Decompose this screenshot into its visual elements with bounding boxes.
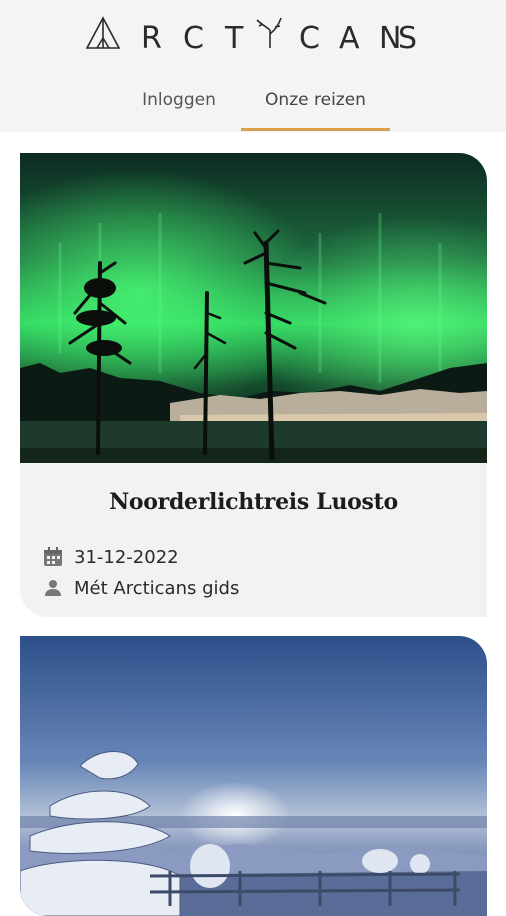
trip-guide-row: Mét Arcticans gids	[42, 576, 239, 600]
calendar-icon	[44, 547, 62, 566]
aurora-photo	[20, 153, 487, 463]
tab-inloggen[interactable]: Inloggen	[121, 80, 237, 132]
trip-card-body: Noorderlichtreis Luosto 31-12-2022 Mét A…	[20, 463, 487, 617]
arcticans-logo[interactable]: R C T C A N S	[0, 14, 506, 60]
trip-card[interactable]	[20, 636, 487, 916]
app-header: R C T C A N S Inloggen Onze reizen	[0, 0, 506, 132]
svg-text:A: A	[339, 21, 360, 56]
trip-date: 31-12-2022	[74, 546, 179, 568]
svg-text:S: S	[398, 21, 417, 56]
svg-text:C: C	[183, 21, 204, 56]
logo-wordmark: R C T C A N S	[85, 16, 417, 56]
svg-text:T: T	[224, 21, 244, 56]
person-icon	[45, 580, 61, 596]
tab-onze-reizen[interactable]: Onze reizen	[241, 80, 390, 132]
active-tab-indicator	[241, 128, 390, 131]
svg-text:C: C	[299, 21, 320, 56]
trip-title: Noorderlichtreis Luosto	[109, 489, 398, 515]
winter-sunrise-photo	[20, 636, 487, 916]
svg-text:R: R	[141, 21, 162, 56]
tab-bar: Inloggen Onze reizen	[0, 80, 506, 132]
trip-card[interactable]: Noorderlichtreis Luosto 31-12-2022 Mét A…	[20, 153, 487, 617]
trip-date-row: 31-12-2022	[42, 545, 179, 569]
trip-guide: Mét Arcticans gids	[74, 577, 240, 599]
